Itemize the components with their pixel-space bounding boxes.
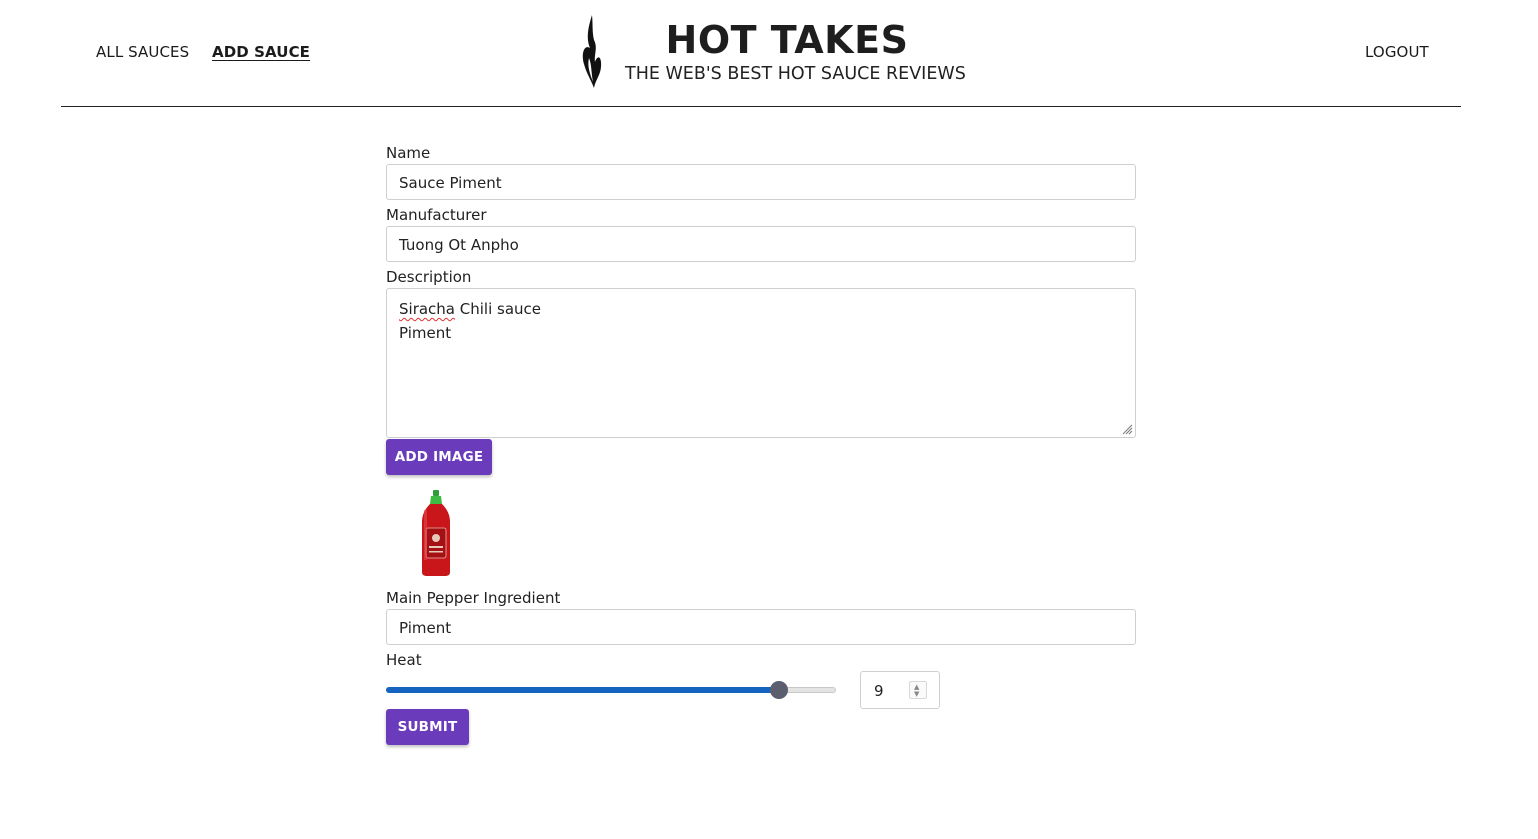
stepper-down-icon[interactable]: ▼	[914, 691, 919, 698]
site-title: HOT TAKES	[665, 18, 909, 62]
nav-all-sauces[interactable]: ALL SAUCES	[96, 43, 189, 61]
misspelled-word: Siracha	[399, 300, 455, 318]
heat-number-input[interactable]: 9 ▲ ▼	[860, 671, 940, 709]
description-line-1-rest: Chili sauce	[455, 300, 542, 318]
description-textarea[interactable]: Siracha Chili sauce Piment	[386, 288, 1136, 438]
heat-slider-thumb[interactable]	[770, 681, 788, 699]
name-label: Name	[386, 144, 431, 162]
heat-label: Heat	[386, 651, 422, 669]
description-label: Description	[386, 268, 472, 286]
add-image-button[interactable]: ADD IMAGE	[386, 439, 492, 475]
hot-sauce-bottle-image	[422, 490, 450, 576]
submit-button[interactable]: SUBMIT	[386, 709, 469, 745]
description-line-1: Siracha Chili sauce	[399, 297, 1123, 321]
heat-slider-fill	[386, 687, 779, 693]
site-subtitle: THE WEB'S BEST HOT SAUCE REVIEWS	[625, 64, 966, 84]
heat-value: 9	[874, 682, 884, 700]
main-pepper-label: Main Pepper Ingredient	[386, 589, 561, 607]
resize-grip-icon[interactable]	[1121, 423, 1133, 435]
manufacturer-label: Manufacturer	[386, 206, 487, 224]
heat-stepper[interactable]: ▲ ▼	[909, 681, 927, 699]
header-divider	[61, 106, 1461, 107]
nav-add-sauce[interactable]: ADD SAUCE	[212, 43, 310, 61]
nav-logout[interactable]: LOGOUT	[1365, 43, 1429, 61]
manufacturer-input[interactable]: Tuong Ot Anpho	[386, 226, 1136, 262]
flame-icon	[582, 15, 602, 88]
name-input[interactable]: Sauce Piment	[386, 164, 1136, 200]
description-line-2: Piment	[399, 324, 452, 342]
main-pepper-input[interactable]: Piment	[386, 609, 1136, 645]
